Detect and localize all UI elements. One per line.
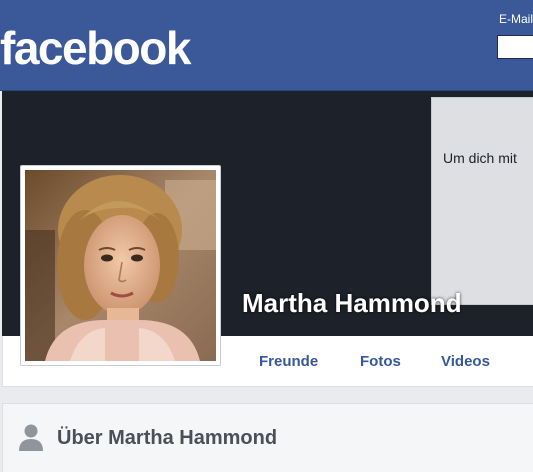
tab-photos[interactable]: Fotos bbox=[360, 353, 401, 370]
about-title: Über Martha Hammond bbox=[57, 427, 278, 449]
profile-name[interactable]: Martha Hammond bbox=[242, 288, 462, 319]
email-label: E-Mail bbox=[499, 12, 533, 26]
signup-box bbox=[431, 97, 533, 305]
profile-photo bbox=[25, 170, 216, 361]
signup-prompt-text: Um dich mit bbox=[443, 150, 517, 166]
tab-videos[interactable]: Videos bbox=[441, 353, 490, 370]
profile-picture[interactable] bbox=[20, 165, 221, 366]
facebook-logo[interactable]: facebook bbox=[0, 22, 191, 74]
top-bar: facebook E-Mail bbox=[0, 0, 533, 91]
tab-friends[interactable]: Freunde bbox=[259, 353, 318, 370]
email-input[interactable] bbox=[497, 35, 533, 59]
person-icon bbox=[18, 423, 44, 451]
